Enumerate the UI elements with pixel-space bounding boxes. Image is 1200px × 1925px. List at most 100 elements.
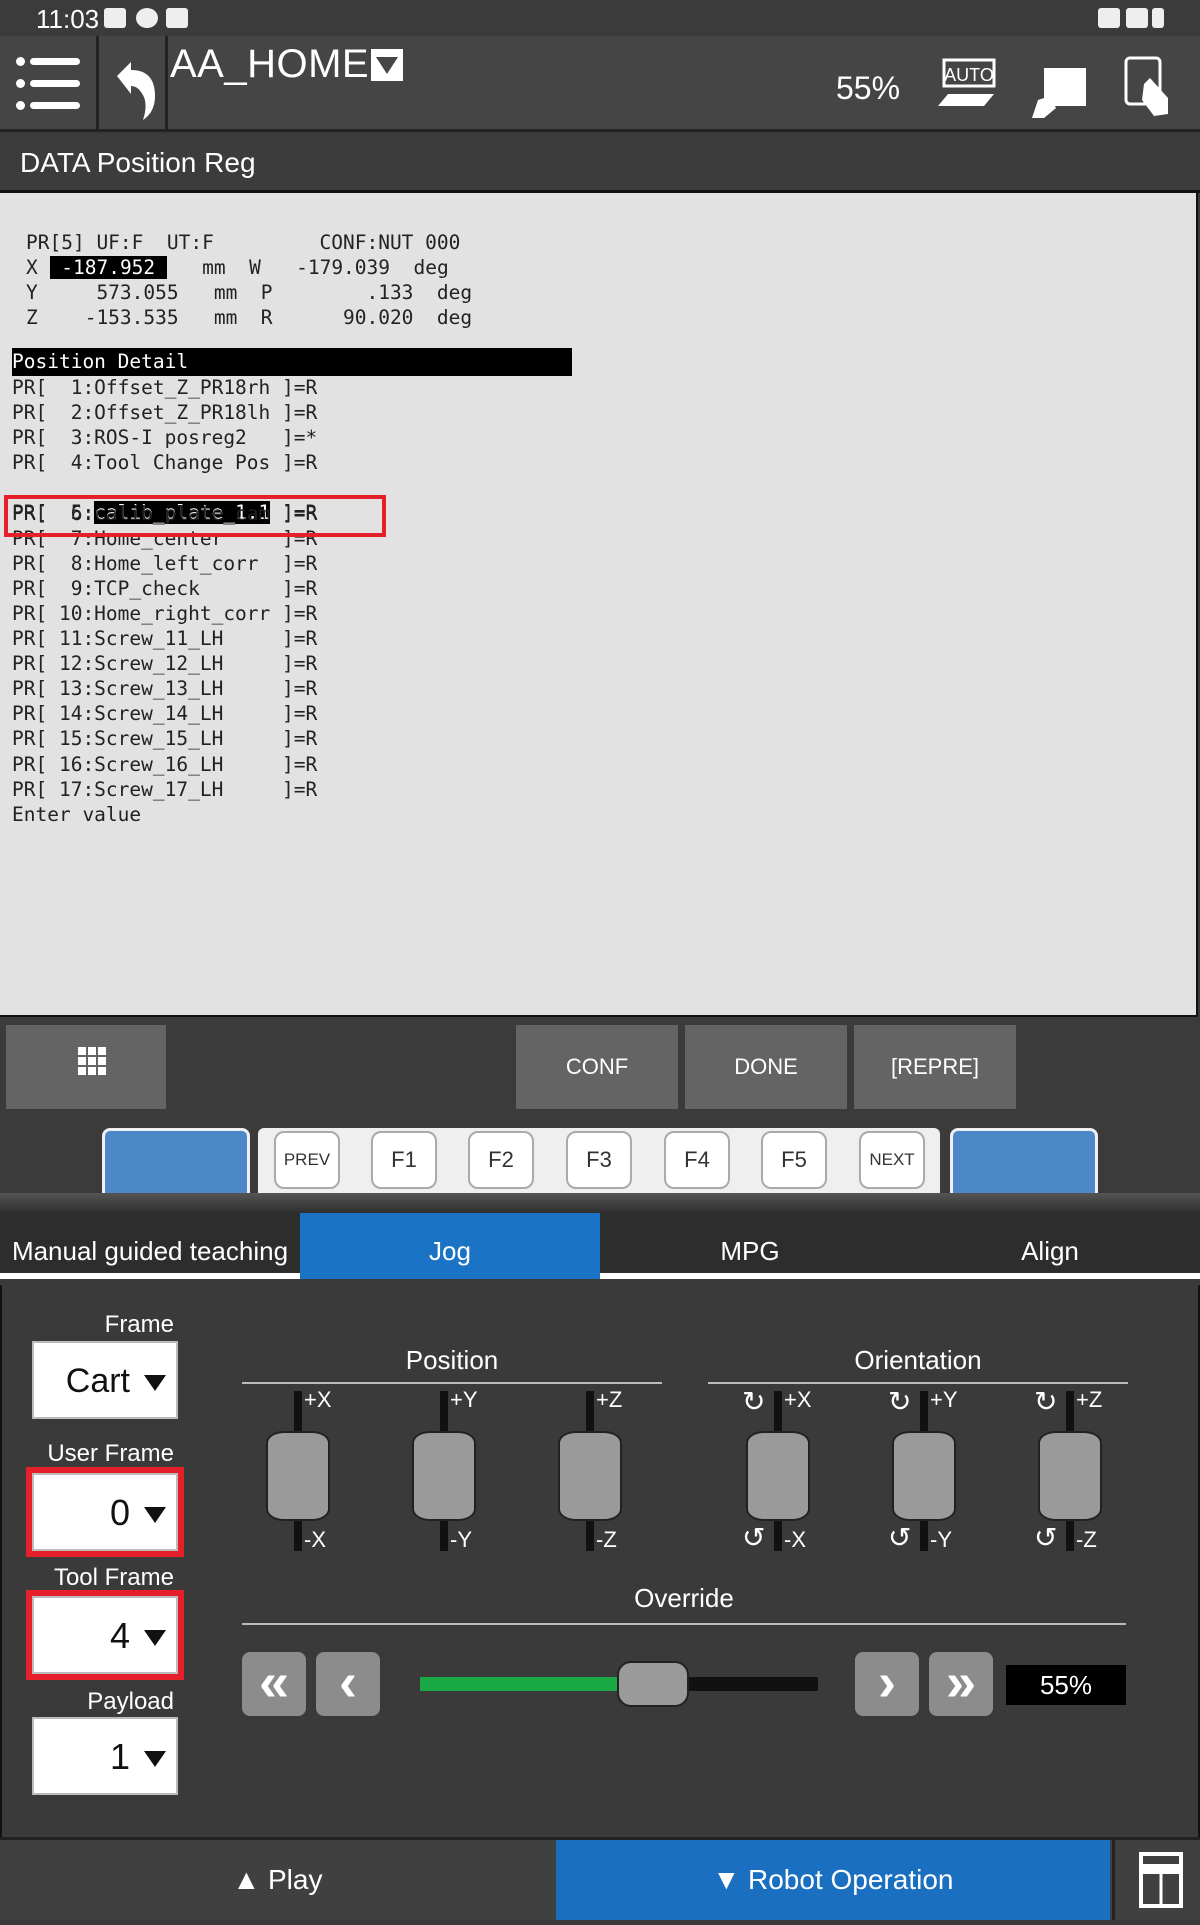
tab-mpg[interactable]: MPG (600, 1213, 900, 1279)
rotate-ccw-icon: ↺ (888, 1522, 912, 1553)
frame-select[interactable]: Cart (32, 1341, 178, 1419)
f4-button[interactable]: F4 (664, 1131, 730, 1189)
auto-mode-icon[interactable]: AUTO (934, 56, 1002, 117)
override-indicator: 55% (836, 70, 901, 106)
override-value: 55% (1006, 1665, 1126, 1705)
override-title: Override (634, 1583, 734, 1613)
done-button[interactable]: DONE (685, 1025, 847, 1109)
register-row[interactable]: PR[ 8:Home_left_corr ]=R (12, 550, 317, 578)
override-min-button[interactable]: « (242, 1652, 306, 1716)
register-row[interactable]: PR[ 11:Screw_11_LH ]=R (12, 625, 317, 653)
register-row[interactable]: PR[ 17:Screw_17_LH ]=R (12, 776, 317, 804)
chevron-down-icon (144, 1751, 166, 1767)
rotate-ccw-icon: ↺ (742, 1522, 766, 1553)
robot-operation-button[interactable]: ▼ Robot Operation (556, 1840, 1110, 1920)
divider (0, 1193, 1200, 1213)
override-slider-handle[interactable] (616, 1661, 689, 1707)
next-button[interactable]: NEXT (859, 1131, 925, 1189)
prev-button[interactable]: PREV (274, 1131, 340, 1189)
jog-x-knob[interactable] (266, 1431, 330, 1521)
register-row[interactable]: PR[ 14:Screw_14_LH ]=R (12, 700, 317, 728)
rotate-cw-icon: ↻ (1034, 1386, 1058, 1417)
grid-menu-button[interactable] (6, 1025, 166, 1109)
left-shortcut-button[interactable] (102, 1128, 250, 1193)
f3-button[interactable]: F3 (566, 1131, 632, 1189)
prompt-text: Enter value (12, 802, 142, 826)
payload-select[interactable]: 1 (32, 1717, 178, 1795)
register-row[interactable]: PR[ 12:Screw_12_LH ]=R (12, 650, 317, 678)
register-row[interactable]: PR[ 9:TCP_check ]=R (12, 575, 317, 603)
layout-toggle-button[interactable] (1112, 1840, 1200, 1920)
user-frame-select[interactable]: 0 (32, 1473, 178, 1551)
clock: 11:03 (36, 4, 100, 34)
jog-rx-knob[interactable] (746, 1431, 810, 1521)
softkey-bar: CONF DONE [REPRE] (0, 1017, 1200, 1117)
dropdown-icon (371, 49, 404, 81)
rotate-ccw-icon: ↺ (1034, 1522, 1058, 1553)
jog-y[interactable]: +Y -Y (392, 1387, 512, 1561)
program-selector[interactable]: AA_HOME (170, 42, 404, 87)
rotate-cw-icon: ↻ (742, 1386, 766, 1417)
sync-icon (136, 8, 158, 28)
repre-button[interactable]: [REPRE] (854, 1025, 1016, 1109)
jog-rz[interactable]: ↻ +Z ↺ -Z (1018, 1386, 1138, 1561)
program-name: AA_HOME (170, 42, 370, 86)
orientation-title: Orientation (854, 1345, 982, 1375)
register-row[interactable]: PR[ 4:Tool Change Pos ]=R (12, 449, 317, 477)
position-header-line: PR[5] UF:F UT:F CONF:NUT 000 (26, 231, 461, 254)
f2-button[interactable]: F2 (468, 1131, 534, 1189)
undo-icon (117, 62, 155, 120)
register-row[interactable]: PR[ 16:Screw_16_LH ]=R (12, 751, 317, 779)
menu-button[interactable] (0, 36, 96, 132)
register-row[interactable]: PR[ 15:Screw_15_LH ]=R (12, 725, 317, 753)
register-row[interactable]: PR[ 1:Offset_Z_PR18rh ]=R (12, 374, 317, 402)
register-row[interactable]: PR[ 3:ROS-I posreg2 ]=* (12, 424, 317, 452)
f1-button[interactable]: F1 (371, 1131, 437, 1189)
register-row[interactable]: PR[ 13:Screw_13_LH ]=R (12, 675, 317, 703)
jog-panel: Frame Cart User Frame 0 Tool Frame 4 Pay… (0, 1285, 1200, 1837)
y-line[interactable]: Y 573.055 mm P .133 deg (26, 279, 472, 307)
rotate-cw-icon: ↻ (888, 1386, 912, 1417)
screen-title-bar: DATA Position Reg (0, 135, 1200, 193)
z-line[interactable]: Z -153.535 mm R 90.020 deg (26, 304, 472, 332)
chevron-down-icon (144, 1630, 166, 1646)
override-decrease-button[interactable]: ‹ (316, 1652, 380, 1716)
tab-jog[interactable]: Jog (300, 1213, 600, 1279)
teach-pendant-icon[interactable] (1028, 60, 1088, 125)
jog-ry-knob[interactable] (892, 1431, 956, 1521)
f5-button[interactable]: F5 (761, 1131, 827, 1189)
tab-align[interactable]: Align (900, 1213, 1200, 1279)
override-increase-button[interactable]: › (855, 1652, 919, 1716)
jog-y-knob[interactable] (412, 1431, 476, 1521)
jog-z-knob[interactable] (558, 1431, 622, 1521)
status-bar: 11:03 (0, 0, 1200, 36)
override-slider-fill (420, 1677, 617, 1691)
user-frame-label: User Frame (47, 1440, 174, 1467)
position-title: Position (405, 1345, 499, 1375)
w-value[interactable]: -179.039 (296, 256, 390, 279)
play-button[interactable]: ▲ Play (0, 1840, 555, 1920)
frame-label: Frame (104, 1311, 174, 1338)
x-value-field[interactable]: -187.952 (49, 256, 167, 279)
jog-rx[interactable]: ↻ +X ↺ -X (726, 1386, 846, 1561)
jog-ry[interactable]: ↻ +Y ↺ -Y (872, 1386, 992, 1561)
tab-manual-guided-teaching[interactable]: Manual guided teaching (0, 1213, 300, 1279)
position-register-panel: PR[5] UF:F UT:F CONF:NUT 000 X -187.952 … (0, 193, 1198, 1017)
x-line: X -187.952 mm W -179.039 deg (26, 256, 449, 279)
tool-frame-select[interactable]: 4 (32, 1596, 178, 1674)
battery-icon (1152, 8, 1164, 28)
touch-panel-icon[interactable] (1122, 54, 1178, 125)
conf-button[interactable]: CONF (516, 1025, 678, 1109)
notification-icon (104, 8, 126, 28)
screen-title: DATA Position Reg (20, 147, 256, 178)
register-row[interactable]: PR[ 10:Home_right_corr ]=R (12, 600, 317, 628)
back-button[interactable] (99, 36, 165, 132)
register-row[interactable]: PR[ 2:Offset_Z_PR18lh ]=R (12, 399, 317, 427)
right-shortcut-button[interactable] (950, 1128, 1098, 1193)
override-max-button[interactable]: » (929, 1652, 993, 1716)
jog-x[interactable]: +X -X (246, 1387, 366, 1561)
selected-register-highlight (4, 495, 386, 537)
jog-rz-knob[interactable] (1038, 1431, 1102, 1521)
jog-z[interactable]: +Z -Z (538, 1387, 658, 1561)
layout-icon (1139, 1852, 1183, 1908)
